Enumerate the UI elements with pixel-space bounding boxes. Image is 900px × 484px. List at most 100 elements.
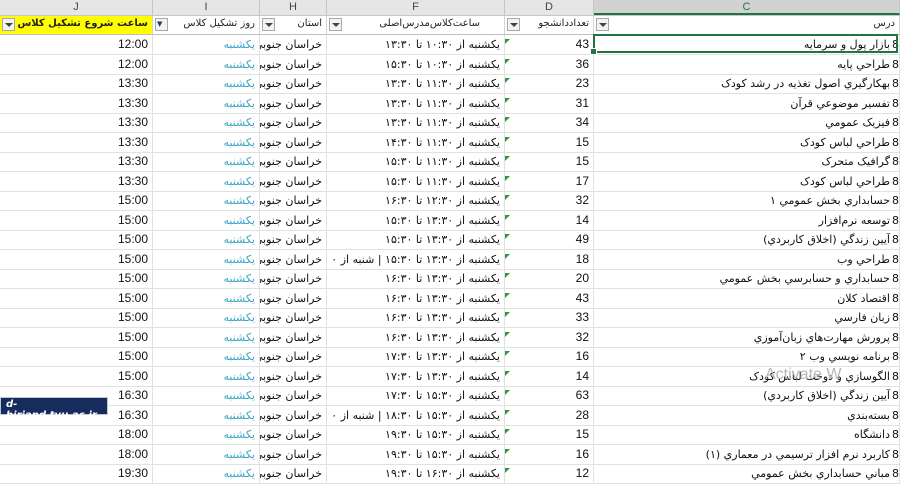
cell-student-count[interactable]: 36 — [505, 54, 594, 74]
cell-student-count[interactable]: 32 — [505, 327, 594, 347]
cell-start-time[interactable]: 15:00 — [0, 230, 153, 249]
cell-start-time[interactable]: 13:30 — [0, 113, 153, 132]
cell-schedule[interactable]: یکشنبه از ۱۳:۳۰ تا ۱۶:۳۰ — [327, 288, 505, 308]
cell-day[interactable]: یکشنبه — [153, 93, 260, 113]
cell-province[interactable]: خراسان جنوبی — [260, 249, 327, 269]
cell-student-count[interactable]: 20 — [505, 269, 594, 288]
cell-student-count[interactable]: 16 — [505, 444, 594, 464]
cell-day[interactable]: یکشنبه — [153, 230, 260, 249]
cell-day[interactable]: یکشنبه — [153, 191, 260, 210]
cell-student-count[interactable]: 12 — [505, 464, 594, 483]
cell-student-count[interactable]: 28 — [505, 405, 594, 425]
cell-province[interactable]: خراسان جنوبی — [260, 269, 327, 288]
cell-start-time[interactable]: 15:00 — [0, 366, 153, 386]
filter-cell-province[interactable]: استان — [260, 16, 327, 34]
cell-course[interactable]: طراحي وب 8 — [594, 249, 900, 269]
cell-student-count[interactable]: 14 — [505, 210, 594, 230]
cell-student-count[interactable]: 23 — [505, 74, 594, 93]
filter-cell-start-time[interactable]: ساعت شروع تشکیل کلاس — [0, 16, 153, 34]
cell-province[interactable]: خراسان جنوبی — [260, 171, 327, 191]
cell-course[interactable]: بهکارگيري اصول تغذيه در رشد کودک 8 — [594, 74, 900, 93]
cell-schedule[interactable]: یکشنبه از ۱۳:۳۰ تا ۱۶:۳۰ — [327, 308, 505, 327]
cell-student-count[interactable]: 18 — [505, 249, 594, 269]
cell-province[interactable]: خراسان جنوبی — [260, 366, 327, 386]
cell-course[interactable]: کاربرد نرم افزار ترسيمي در معماري (۱) 8 — [594, 444, 900, 464]
filter-active-icon[interactable]: ▼ — [155, 18, 168, 31]
cell-schedule[interactable]: یکشنبه از ۱۳:۳۰ تا ۱۶:۳۰ — [327, 327, 505, 347]
cell-day[interactable]: یکشنبه — [153, 366, 260, 386]
cell-schedule[interactable]: یکشنبه از ۱۵:۳۰ تا ۱۹:۳۰ — [327, 425, 505, 444]
cell-schedule[interactable]: یکشنبه از ۱۱:۳۰ تا ۱۳:۳۰ — [327, 74, 505, 93]
cell-course[interactable]: برنامه نويسي وب ۲8 — [594, 347, 900, 366]
filter-dropdown-icon[interactable] — [507, 18, 520, 31]
cell-student-count[interactable]: 17 — [505, 171, 594, 191]
cell-schedule[interactable]: یکشنبه از ۱۳:۳۰ تا ۱۵:۳۰ — [327, 210, 505, 230]
cell-schedule[interactable]: یکشنبه از ۱۱:۳۰ تا ۱۳:۳۰ — [327, 113, 505, 132]
cell-province[interactable]: خراسان جنوبی — [260, 210, 327, 230]
cell-student-count[interactable]: 31 — [505, 93, 594, 113]
cell-start-time[interactable]: 15:00 — [0, 191, 153, 210]
filter-cell-count[interactable]: تعداددانشجو — [505, 16, 594, 34]
column-header-d[interactable]: D — [505, 0, 594, 15]
cell-province[interactable]: خراسان جنوبی — [260, 132, 327, 152]
cell-course[interactable]: دانشگاه 8 — [594, 425, 900, 444]
cell-schedule[interactable]: یکشنبه از ۱۰:۳۰ تا ۱۵:۳۰ — [327, 54, 505, 74]
cell-province[interactable]: خراسان جنوبی — [260, 425, 327, 444]
cell-province[interactable]: خراسان جنوبی — [260, 152, 327, 171]
cell-course[interactable]: حسابداري بخش عمومي ۱8 — [594, 191, 900, 210]
column-header-h[interactable]: H — [260, 0, 327, 15]
cell-start-time[interactable]: 15:00 — [0, 210, 153, 230]
cell-start-time[interactable]: 15:00 — [0, 347, 153, 366]
cell-student-count[interactable]: 43 — [505, 288, 594, 308]
cell-day[interactable]: یکشنبه — [153, 35, 260, 54]
cell-schedule[interactable]: یکشنبه از ۱۳:۳۰ تا ۱۵:۳۰ — [327, 230, 505, 249]
cell-schedule[interactable]: یکشنبه از ۱۱:۳۰ تا ۱۴:۳۰ — [327, 132, 505, 152]
cell-course[interactable]: مباني حسابداري بخش عمومي 8 — [594, 464, 900, 483]
cell-start-time[interactable]: 15:00 — [0, 249, 153, 269]
cell-province[interactable]: خراسان جنوبی — [260, 74, 327, 93]
filter-dropdown-icon[interactable] — [2, 18, 15, 31]
cell-schedule[interactable]: یکشنبه از ۱۱:۳۰ تا ۱۵:۳۰ — [327, 171, 505, 191]
cell-start-time[interactable]: 15:00 — [0, 308, 153, 327]
cell-province[interactable]: خراسان جنوبی — [260, 308, 327, 327]
cell-province[interactable]: خراسان جنوبی — [260, 464, 327, 483]
cell-course[interactable]: تفسير موضوعي قرآن 8 — [594, 93, 900, 113]
cell-start-time[interactable]: 18:00 — [0, 425, 153, 444]
cell-student-count[interactable]: 32 — [505, 191, 594, 210]
cell-start-time[interactable]: 15:00 — [0, 269, 153, 288]
cell-day[interactable]: یکشنبه — [153, 347, 260, 366]
cell-course[interactable]: توسعه نرم‌افزار 8 — [594, 210, 900, 230]
cell-day[interactable]: یکشنبه — [153, 132, 260, 152]
cell-province[interactable]: خراسان جنوبی — [260, 386, 327, 405]
cell-schedule[interactable]: یکشنبه از ۱۵:۳۰ تا ۱۸:۳۰ | شنبه از ۰ — [327, 405, 505, 425]
cell-day[interactable]: یکشنبه — [153, 249, 260, 269]
cell-student-count[interactable]: 15 — [505, 425, 594, 444]
column-header-j[interactable]: J — [0, 0, 153, 15]
column-header-f[interactable]: F — [327, 0, 505, 15]
cell-schedule[interactable]: یکشنبه از ۱۰:۳۰ تا ۱۳:۳۰ — [327, 35, 505, 54]
cell-course[interactable]: آيين زندگي (اخلاق کاربردي) 8 — [594, 230, 900, 249]
cell-day[interactable]: یکشنبه — [153, 269, 260, 288]
cell-day[interactable]: یکشنبه — [153, 405, 260, 425]
cell-start-time[interactable]: 13:30 — [0, 74, 153, 93]
cell-day[interactable]: یکشنبه — [153, 171, 260, 191]
cell-schedule[interactable]: یکشنبه از ۱۳:۳۰ تا ۱۶:۳۰ — [327, 269, 505, 288]
cell-start-time[interactable]: 15:00 — [0, 327, 153, 347]
cell-course[interactable]: طراحي لباس کودک 8 — [594, 132, 900, 152]
cell-course[interactable]: آيين زندگي (اخلاق کاربردي) 8 — [594, 386, 900, 405]
cell-course[interactable]: الگوسازي و دوخت لباس کودک 8 — [594, 366, 900, 386]
cell-course[interactable]: طراحي پايه 8 — [594, 54, 900, 74]
cell-start-time[interactable]: 13:30 — [0, 132, 153, 152]
cell-student-count[interactable]: 49 — [505, 230, 594, 249]
cell-schedule[interactable]: یکشنبه از ۱۳:۳۰ تا ۱۵:۳۰ | شنبه از ۰ — [327, 249, 505, 269]
cell-start-time[interactable]: 12:00 — [0, 54, 153, 74]
cell-start-time[interactable]: 19:30 — [0, 464, 153, 483]
cell-schedule[interactable]: یکشنبه از ۱۳:۳۰ تا ۱۷:۳۰ — [327, 347, 505, 366]
cell-course[interactable]: طراحي لباس کودک 8 — [594, 171, 900, 191]
cell-province[interactable]: خراسان جنوبی — [260, 93, 327, 113]
cell-student-count[interactable]: 16 — [505, 347, 594, 366]
cell-course[interactable]: گرافيک متحرک 8 — [594, 152, 900, 171]
cell-student-count[interactable]: 33 — [505, 308, 594, 327]
cell-province[interactable]: خراسان جنوبی — [260, 327, 327, 347]
cell-day[interactable]: یکشنبه — [153, 288, 260, 308]
